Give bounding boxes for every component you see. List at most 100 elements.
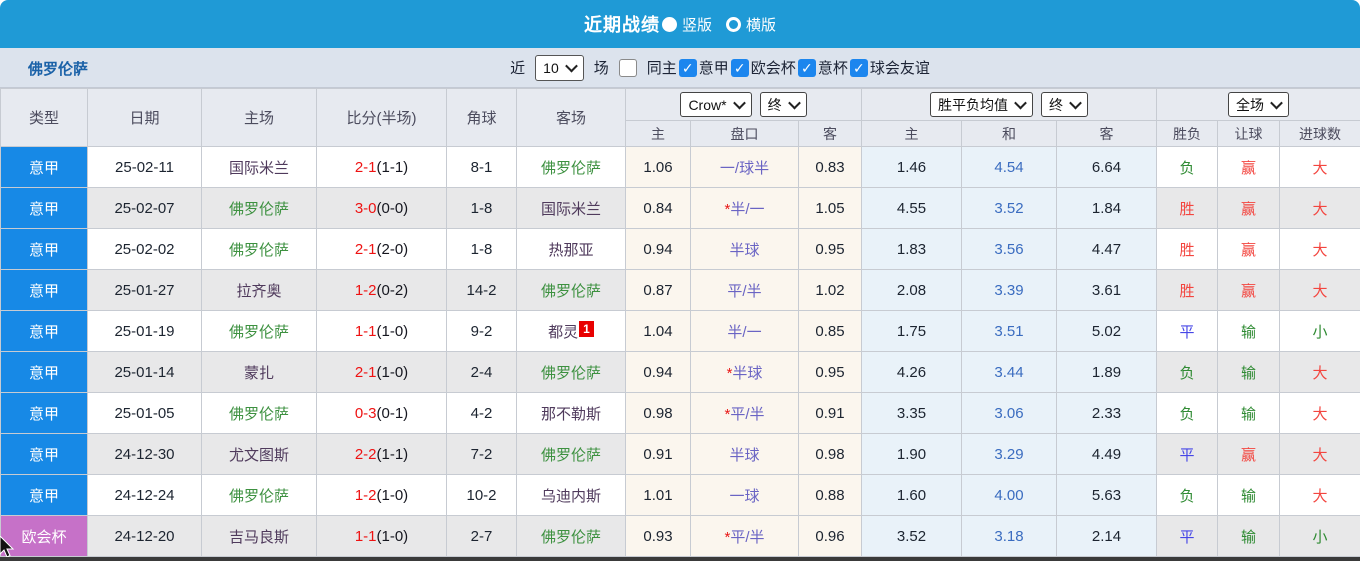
- handicap-result-cell: 输: [1217, 474, 1280, 516]
- table-row: 意甲 25-01-27 拉齐奥 1-2(0-2) 14-2 佛罗伦萨 0.87 …: [0, 269, 1360, 311]
- odds-home-cell: 0.84: [625, 187, 691, 229]
- result-cell: 负: [1156, 392, 1218, 434]
- col-header-type: 类型: [0, 88, 88, 147]
- away-team-cell[interactable]: 佛罗伦萨: [516, 515, 626, 557]
- league-badge-cell: 意甲: [0, 433, 88, 475]
- vertical-layout-radio[interactable]: [661, 16, 677, 32]
- date-cell: 24-12-20: [87, 515, 202, 557]
- avg-draw-cell: 3.44: [961, 351, 1057, 393]
- col-header-odds-away: 客: [798, 120, 862, 147]
- league-badge-cell: 意甲: [0, 351, 88, 393]
- page-title: 近期战绩: [583, 15, 660, 35]
- filter-conference-league-label[interactable]: 欧会杯: [751, 57, 796, 78]
- odds-source-select[interactable]: Crow*: [680, 92, 752, 117]
- table-row: 意甲 24-12-30 尤文图斯 2-2(1-1) 7-2 佛罗伦萨 0.91 …: [0, 433, 1360, 475]
- avg-home-cell: 1.83: [861, 228, 962, 270]
- result-cell: 平: [1156, 310, 1218, 352]
- filter-coppa-italia-label[interactable]: 意杯: [818, 57, 848, 78]
- col-header-avg-draw: 和: [961, 120, 1057, 147]
- away-team-cell[interactable]: 佛罗伦萨: [516, 146, 626, 188]
- away-team-cell[interactable]: 佛罗伦萨: [516, 433, 626, 475]
- handicap-cell: 半/一: [690, 310, 799, 352]
- home-team-cell[interactable]: 佛罗伦萨: [201, 474, 317, 516]
- avg-state-select[interactable]: 终: [1041, 92, 1088, 117]
- filter-club-friendly-label[interactable]: 球会友谊: [870, 57, 930, 78]
- date-cell: 25-01-14: [87, 351, 202, 393]
- avg-away-cell: 3.61: [1056, 269, 1157, 311]
- odds-home-cell: 1.06: [625, 146, 691, 188]
- score-cell: 2-1(1-0): [316, 351, 447, 393]
- league-badge-cell: 意甲: [0, 310, 88, 352]
- odds-away-cell: 0.83: [798, 146, 862, 188]
- avg-away-cell: 1.84: [1056, 187, 1157, 229]
- away-team-cell[interactable]: 佛罗伦萨: [516, 351, 626, 393]
- away-team-badge: 1: [579, 320, 594, 337]
- away-team-cell[interactable]: 乌迪内斯: [516, 474, 626, 516]
- table-row: 欧会杯 24-12-20 吉马良斯 1-1(1-0) 2-7 佛罗伦萨 0.93…: [0, 515, 1360, 557]
- home-team-cell[interactable]: 佛罗伦萨: [201, 310, 317, 352]
- score-cell: 2-2(1-1): [316, 433, 447, 475]
- odds-away-cell: 1.05: [798, 187, 862, 229]
- avg-type-select[interactable]: 胜平负均值: [930, 92, 1033, 117]
- result-cell: 负: [1156, 146, 1218, 188]
- table-row: 意甲 24-12-24 佛罗伦萨 1-2(1-0) 10-2 乌迪内斯 1.01…: [0, 474, 1360, 516]
- filter-coppa-italia-checkbox[interactable]: [797, 58, 816, 77]
- col-header-odds-home: 主: [625, 120, 691, 147]
- odds-home-cell: 0.98: [625, 392, 691, 434]
- toolbar: 佛罗伦萨 近 10 场 同主 意甲 欧会杯 意杯 球会友谊: [0, 48, 1360, 88]
- league-badge-cell: 意甲: [0, 187, 88, 229]
- handicap-result-cell: 输: [1217, 392, 1280, 434]
- handicap-result-cell: 赢: [1217, 187, 1280, 229]
- away-team-cell[interactable]: 国际米兰: [516, 187, 626, 229]
- goals-result-cell: 大: [1278, 269, 1360, 311]
- corner-cell: 14-2: [446, 269, 517, 311]
- goals-result-cell: 小: [1278, 515, 1360, 557]
- odds-home-cell: 1.01: [625, 474, 691, 516]
- filter-serie-a-checkbox[interactable]: [678, 58, 697, 77]
- horizontal-layout-label[interactable]: 横版: [746, 14, 776, 35]
- avg-draw-cell: 3.39: [961, 269, 1057, 311]
- home-team-cell[interactable]: 佛罗伦萨: [201, 392, 317, 434]
- away-team-cell[interactable]: 佛罗伦萨: [516, 269, 626, 311]
- goals-result-cell: 大: [1278, 392, 1360, 434]
- avg-home-cell: 1.75: [861, 310, 962, 352]
- scope-select[interactable]: 全场: [1228, 92, 1290, 117]
- league-badge-cell: 意甲: [0, 146, 88, 188]
- recent-count-select[interactable]: 10: [535, 54, 584, 81]
- score-cell: 3-0(0-0): [316, 187, 447, 229]
- home-team-cell[interactable]: 尤文图斯: [201, 433, 317, 475]
- home-team-cell[interactable]: 佛罗伦萨: [201, 228, 317, 270]
- col-header-score: 比分(半场): [316, 88, 447, 147]
- handicap-result-cell: 输: [1217, 310, 1280, 352]
- filter-club-friendly-checkbox[interactable]: [849, 58, 868, 77]
- filter-conference-league-checkbox[interactable]: [730, 58, 749, 77]
- odds-home-cell: 0.94: [625, 351, 691, 393]
- date-cell: 25-02-02: [87, 228, 202, 270]
- table-row: 意甲 25-02-11 国际米兰 2-1(1-1) 8-1 佛罗伦萨 1.06 …: [0, 146, 1360, 188]
- date-cell: 24-12-24: [87, 474, 202, 516]
- avg-home-cell: 4.26: [861, 351, 962, 393]
- avg-home-cell: 3.35: [861, 392, 962, 434]
- score-cell: 1-1(1-0): [316, 310, 447, 352]
- home-team-cell[interactable]: 吉马良斯: [201, 515, 317, 557]
- horizontal-layout-radio[interactable]: [726, 16, 741, 32]
- col-header-away: 客场: [516, 88, 626, 147]
- filter-serie-a-label[interactable]: 意甲: [699, 57, 729, 78]
- home-team-cell[interactable]: 拉齐奥: [201, 269, 317, 311]
- league-badge-cell: 意甲: [0, 228, 88, 270]
- same-home-checkbox[interactable]: [618, 58, 637, 77]
- league-badge-cell: 意甲: [0, 269, 88, 311]
- results-table: 类型 日期 主场 比分(半场) 角球 客场 Crow* 终 胜平负均值 终 全场…: [0, 88, 1360, 557]
- away-team-cell[interactable]: 都灵 1: [516, 310, 626, 352]
- away-team-cell[interactable]: 热那亚: [516, 228, 626, 270]
- odds-state-select[interactable]: 终: [759, 92, 807, 117]
- handicap-result-cell: 赢: [1217, 433, 1280, 475]
- handicap-result-cell: 输: [1217, 351, 1280, 393]
- away-team-cell[interactable]: 那不勒斯: [516, 392, 626, 434]
- home-team-cell[interactable]: 蒙扎: [201, 351, 317, 393]
- handicap-cell: 半球: [690, 228, 799, 270]
- home-team-cell[interactable]: 佛罗伦萨: [201, 187, 317, 229]
- col-header-handicap-result: 让球: [1217, 120, 1280, 147]
- vertical-layout-label[interactable]: 竖版: [682, 14, 712, 35]
- home-team-cell[interactable]: 国际米兰: [201, 146, 317, 188]
